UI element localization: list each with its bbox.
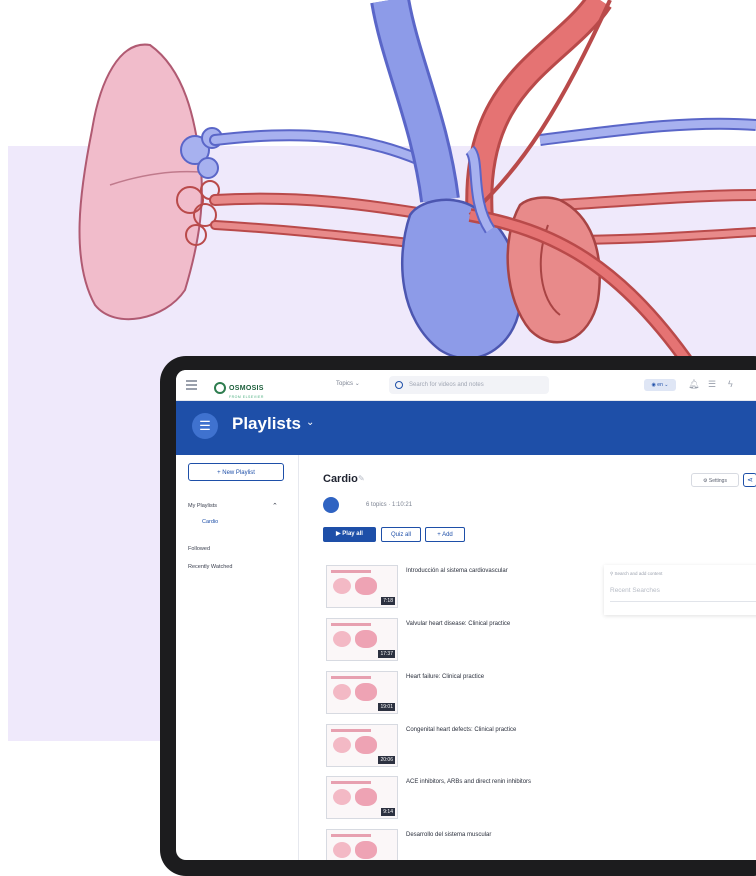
tablet-device: OSMOSIS FROM ELSEVIER Topics ⌄ Search fo… bbox=[160, 356, 756, 876]
page-header: ☰ Playlists ⌄ bbox=[176, 401, 756, 455]
add-content-placeholder: Search and add content bbox=[614, 571, 663, 576]
chevron-down-icon: ⌄ bbox=[662, 382, 669, 388]
edit-icon[interactable]: ✎ bbox=[358, 474, 365, 483]
add-content-search-input[interactable]: ⚲ Search and add content bbox=[610, 571, 662, 577]
app-screen: OSMOSIS FROM ELSEVIER Topics ⌄ Search fo… bbox=[176, 370, 756, 860]
topic-title[interactable]: Desarrollo del sistema muscular bbox=[406, 832, 491, 838]
play-all-button[interactable]: ▶ Play all bbox=[323, 527, 376, 542]
bell-icon[interactable]: 🔔︎ bbox=[688, 379, 699, 389]
list-item[interactable]: 9:14 ACE inhibitors, ARBs and direct ren… bbox=[326, 776, 586, 821]
new-playlist-button[interactable]: + New Playlist bbox=[188, 463, 284, 481]
logo-subtext: FROM ELSEVIER bbox=[229, 395, 264, 399]
topics-dropdown[interactable]: Topics ⌄ bbox=[336, 380, 360, 387]
share-button[interactable]: ⋖ bbox=[743, 473, 756, 487]
logo-text: OSMOSIS bbox=[229, 385, 264, 392]
topic-thumbnail: 17:37 bbox=[326, 618, 398, 661]
chevron-down-icon[interactable]: ⌄ bbox=[306, 417, 314, 428]
sidebar-item-cardio[interactable]: Cardio bbox=[202, 519, 218, 525]
list-item[interactable]: 19:01 Heart failure: Clinical practice bbox=[326, 671, 586, 716]
topic-thumbnail: 9:14 bbox=[326, 776, 398, 819]
sidebar: + New Playlist My Playlists ⌃ Cardio Fol… bbox=[176, 455, 299, 860]
topic-title[interactable]: Introducción al sistema cardiovascular bbox=[406, 568, 508, 574]
topic-title[interactable]: Valvular heart disease: Clinical practic… bbox=[406, 621, 510, 627]
chevron-down-icon: ⌄ bbox=[354, 381, 360, 387]
duration-badge: 19:01 bbox=[378, 703, 395, 711]
duration-badge: 17:37 bbox=[378, 650, 395, 658]
topic-title[interactable]: Congenital heart defects: Clinical pract… bbox=[406, 727, 516, 733]
topics-label: Topics bbox=[336, 381, 354, 387]
menu-icon[interactable] bbox=[186, 380, 197, 392]
page-title: Playlists bbox=[232, 414, 301, 433]
chevron-up-icon[interactable]: ⌃ bbox=[272, 502, 278, 510]
list-item[interactable]: 17:37 Valvular heart disease: Clinical p… bbox=[326, 618, 586, 663]
sidebar-item-followed[interactable]: Followed bbox=[188, 546, 210, 552]
quiz-all-button[interactable]: Quiz all bbox=[381, 527, 421, 542]
playlist-title: Cardio bbox=[323, 473, 358, 485]
heart-lung-illustration bbox=[78, 0, 756, 380]
playlist-icon[interactable]: ☰ bbox=[708, 379, 716, 389]
topic-thumbnail: 7:18 bbox=[326, 565, 398, 608]
playlist-icon: ☰ bbox=[192, 413, 218, 439]
settings-label: Settings bbox=[708, 478, 727, 484]
sidebar-item-my-playlists[interactable]: My Playlists bbox=[188, 503, 217, 509]
lightning-icon[interactable]: ϟ bbox=[728, 379, 733, 389]
list-item[interactable]: Desarrollo del sistema muscular bbox=[326, 829, 586, 860]
search-icon bbox=[395, 381, 403, 389]
sidebar-item-recently-watched[interactable]: Recently Watched bbox=[188, 564, 232, 570]
topic-title[interactable]: ACE inhibitors, ARBs and direct renin in… bbox=[406, 779, 531, 785]
list-item[interactable]: 20:06 Congenital heart defects: Clinical… bbox=[326, 724, 586, 769]
topic-thumbnail: 20:06 bbox=[326, 724, 398, 767]
search-input[interactable]: Search for videos and notes bbox=[389, 376, 549, 394]
playlist-meta: 6 topics · 1:10:21 bbox=[366, 502, 413, 508]
topic-thumbnail: 19:01 bbox=[326, 671, 398, 714]
share-icon: ⋖ bbox=[747, 477, 753, 484]
duration-badge: 9:14 bbox=[381, 808, 395, 816]
logo-mark-icon bbox=[214, 382, 226, 394]
language-selector[interactable]: ◉ en ⌄ bbox=[644, 379, 676, 391]
top-navigation-bar: OSMOSIS FROM ELSEVIER Topics ⌄ Search fo… bbox=[176, 370, 756, 401]
recent-searches-label: Recent Searches bbox=[610, 587, 660, 594]
list-item[interactable]: 7:18 Introducción al sistema cardiovascu… bbox=[326, 565, 586, 610]
divider bbox=[610, 601, 756, 602]
topic-title[interactable]: Heart failure: Clinical practice bbox=[406, 674, 484, 680]
add-button[interactable]: + Add bbox=[425, 527, 465, 542]
topic-thumbnail bbox=[326, 829, 398, 860]
avatar bbox=[323, 497, 339, 513]
duration-badge: 7:18 bbox=[381, 597, 395, 605]
add-content-panel: ⚲ Search and add content Recent Searches bbox=[604, 565, 756, 615]
search-placeholder: Search for videos and notes bbox=[409, 382, 484, 388]
osmosis-logo[interactable]: OSMOSIS FROM ELSEVIER bbox=[214, 377, 264, 399]
settings-button[interactable]: ⚙ Settings bbox=[691, 473, 739, 487]
duration-badge: 20:06 bbox=[378, 756, 395, 764]
